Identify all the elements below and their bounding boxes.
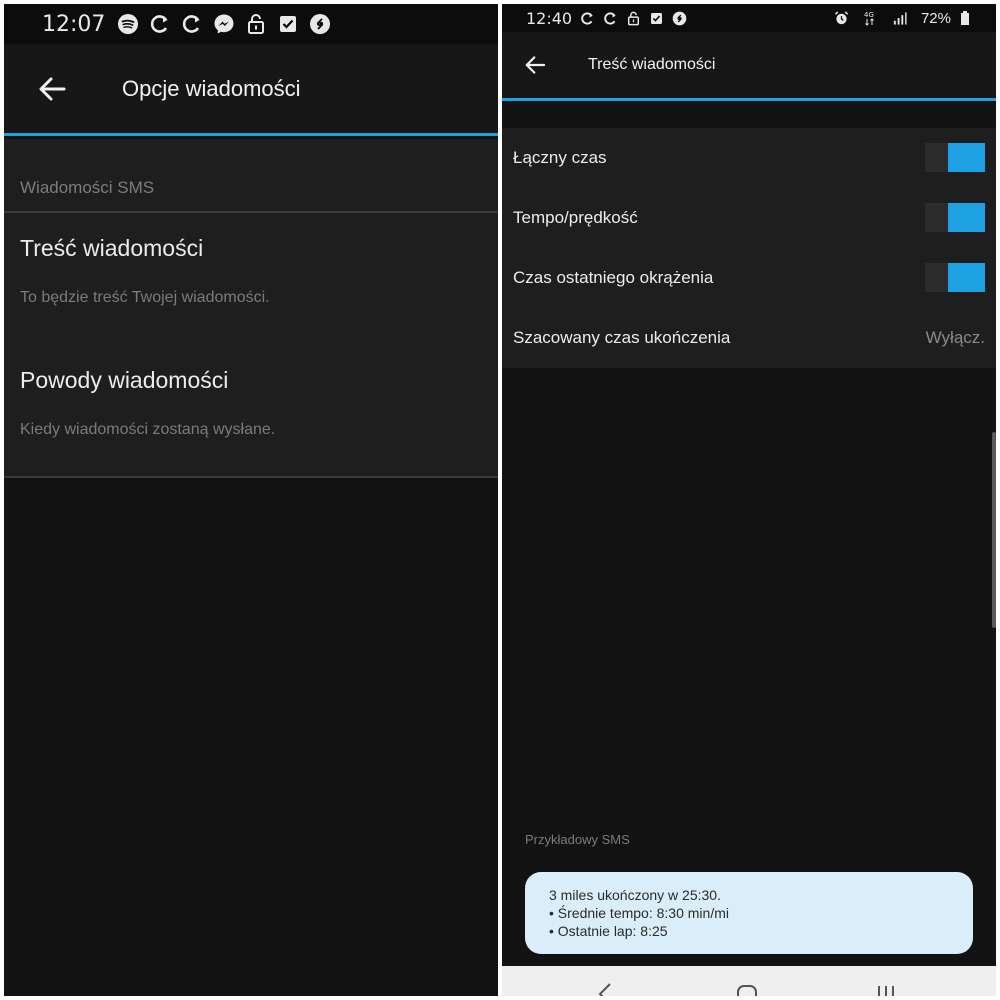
toggle-row-last-lap[interactable]: Czas ostatniego okrążenia [502, 248, 996, 308]
lock-icon [626, 11, 641, 26]
settings-list: Wiadomości SMS Treść wiadomości To będzi… [4, 139, 498, 478]
sample-sms-bubble: 3 miles ukończony w 25:30. • Średnie tem… [525, 872, 973, 954]
estimated-finish-row[interactable]: Szacowany czas ukończenia Wyłącz. [502, 308, 996, 368]
back-nav-button[interactable] [594, 982, 618, 996]
spotify-icon [117, 13, 139, 35]
page-title: Opcje wiadomości [122, 75, 301, 101]
messenger-icon [213, 13, 235, 35]
navigation-bar [502, 966, 996, 996]
left-screen: 12:07 Opcje wiadomości Wiadomości SMS Tr… [4, 4, 498, 996]
app-header: Treść wiadomości [502, 32, 996, 101]
toggle-row-total-time[interactable]: Łączny czas [502, 128, 996, 188]
recents-nav-button[interactable] [874, 982, 898, 996]
status-time: 12:40 [526, 8, 573, 28]
page-title: Treść wiadomości [588, 56, 716, 73]
sync-icon [149, 13, 171, 35]
status-bar: 12:07 [4, 4, 498, 44]
sms-line: • Ostatnie lap: 8:25 [549, 923, 668, 939]
toggle-label: Tempo/prędkość [513, 208, 638, 227]
arrow-left-icon [39, 77, 66, 100]
home-nav-icon [737, 985, 757, 996]
message-reasons-item[interactable]: Powody wiadomości Kiedy wiadomości zosta… [4, 347, 498, 477]
item-subtitle: Kiedy wiadomości zostaną wysłane. [20, 421, 276, 438]
back-nav-icon [598, 983, 611, 996]
shazam-icon [309, 13, 331, 35]
toggle-thumb [948, 203, 985, 232]
message-content-item[interactable]: Treść wiadomości To będzie treść Twojej … [4, 215, 498, 345]
item-subtitle: To będzie treść Twojej wiadomości. [20, 289, 270, 306]
app-header: Opcje wiadomości [4, 44, 498, 136]
toggle-switch[interactable] [925, 263, 985, 292]
toggle-thumb [948, 263, 985, 292]
signal-icon [892, 11, 907, 26]
home-nav-button[interactable] [735, 982, 759, 996]
toggle-thumb [948, 143, 985, 172]
scrollbar-handle[interactable] [992, 432, 996, 628]
sms-line: • Średnie tempo: 8:30 min/mi [549, 905, 729, 921]
arrow-left-icon [525, 56, 546, 74]
checkbox-icon [277, 13, 299, 35]
row-label: Szacowany czas ukończenia [513, 328, 731, 347]
sync-icon [181, 13, 203, 35]
battery-icon [957, 11, 972, 26]
status-time: 12:07 [42, 11, 106, 37]
checkbox-icon [649, 11, 664, 26]
sync-icon [603, 11, 618, 26]
toggle-switch[interactable] [925, 143, 985, 172]
status-bar: 12:40 4G 72% [502, 4, 996, 32]
alarm-icon [834, 11, 849, 26]
toggle-label: Łączny czas [513, 148, 607, 167]
toggle-switch[interactable] [925, 203, 985, 232]
toggle-label: Czas ostatniego okrążenia [513, 268, 714, 287]
svg-text:4G: 4G [864, 11, 874, 19]
recents-nav-icon [878, 986, 894, 996]
row-value: Wyłącz. [925, 328, 985, 347]
4g-icon: 4G [863, 11, 878, 26]
back-button[interactable] [32, 69, 72, 109]
message-content-options: Łączny czas Tempo/prędkość Czas ostatnie… [502, 128, 996, 368]
battery-percent: 72% [920, 9, 951, 27]
section-label: Wiadomości SMS [20, 178, 155, 197]
item-title: Treść wiadomości [20, 235, 204, 261]
item-title: Powody wiadomości [20, 367, 229, 393]
right-screen: 12:40 4G 72% Treść wiadomości Łączny cza… [502, 4, 996, 996]
sync-icon [580, 11, 595, 26]
shazam-icon [672, 11, 687, 26]
sms-line: 3 miles ukończony w 25:30. [549, 887, 721, 903]
lock-icon [245, 13, 267, 35]
sample-sms-label: Przykładowy SMS [525, 832, 630, 847]
toggle-row-pace[interactable]: Tempo/prędkość [502, 188, 996, 248]
divider [4, 211, 498, 213]
back-button[interactable] [520, 50, 550, 80]
